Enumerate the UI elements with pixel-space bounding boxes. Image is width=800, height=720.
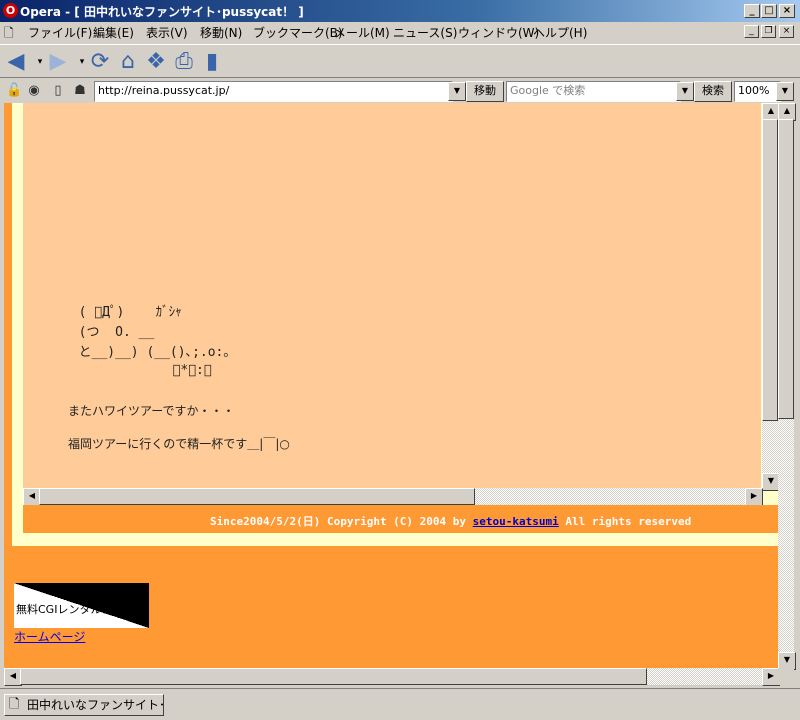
address-dropdown-icon[interactable]: ▼ bbox=[448, 82, 466, 101]
forward-icon[interactable]: ▶ bbox=[46, 50, 70, 74]
mdi-restore-button[interactable]: ❐ bbox=[761, 25, 776, 38]
menu-window[interactable]: ウィンドウ(W) bbox=[458, 24, 539, 41]
homepage-link[interactable]: ホームページ bbox=[14, 628, 85, 645]
tab-label: 田中れいなファンサイト･... bbox=[27, 698, 164, 712]
page-icon: 🗋 bbox=[4, 26, 14, 40]
navigation-toolbar: ◀ ▾ ▶ ▾ ⟳ ⌂ ❖ ⎙ ▮ bbox=[0, 44, 800, 78]
page-icon[interactable]: ▮ bbox=[200, 50, 224, 74]
document-icon: 🗋 bbox=[9, 697, 20, 712]
home-icon[interactable]: ⌂ bbox=[116, 50, 140, 74]
back-icon[interactable]: ◀ bbox=[4, 50, 28, 74]
mdi-minimize-button[interactable]: _ bbox=[744, 25, 759, 38]
message-line-2: 福岡ツアーに行くので精一杯です＿|￣|○ bbox=[68, 437, 290, 451]
search-input[interactable]: Google で検索 bbox=[506, 81, 681, 102]
scrollbar-corner bbox=[778, 668, 794, 685]
page-horizontal-scrollbar[interactable]: ◀ ▶ bbox=[4, 668, 780, 686]
author-link[interactable]: setou-katsumi bbox=[473, 515, 559, 528]
scroll-right-icon[interactable]: ▶ bbox=[745, 488, 763, 506]
page-tab[interactable]: 🗋 田中れいなファンサイト･... bbox=[4, 694, 164, 716]
cgi-rental-banner[interactable]: 無料CGIレンタル！ bbox=[14, 583, 149, 628]
copyright-text: Since2004/5/2(日) Copyright (C) 2004 by bbox=[210, 515, 473, 528]
close-button[interactable]: × bbox=[779, 4, 795, 18]
rights-text: All rights reserved bbox=[558, 515, 692, 528]
page-vertical-scroll-thumb[interactable] bbox=[778, 119, 794, 419]
ascii-art-line: ﾟ*･:｡ bbox=[63, 363, 212, 378]
minimize-button[interactable]: _ bbox=[744, 4, 760, 18]
menu-view[interactable]: 表示(V) bbox=[146, 24, 188, 41]
window-title: Opera - [ 田中れいなファンサイト･pussycat！ ] bbox=[20, 5, 304, 19]
menu-edit[interactable]: 編集(E) bbox=[93, 24, 134, 41]
hotlist-icon[interactable]: ❖ bbox=[144, 50, 168, 74]
page-viewport[interactable]: ( ﾟДﾟ) ｶﾞｼｬ (つ O. __ と__)__) (__()､;.o:｡… bbox=[4, 103, 778, 668]
tab-bar: 🗋 田中れいなファンサイト･... bbox=[0, 688, 800, 720]
go-button[interactable]: 移動 bbox=[466, 81, 504, 102]
frame-horizontal-scrollbar[interactable]: ◀ ▶ bbox=[23, 488, 763, 506]
address-input[interactable]: http://reina.pussycat.jp/ bbox=[94, 81, 453, 102]
scroll-down-icon[interactable]: ▼ bbox=[762, 473, 778, 491]
message-line-1: またハワイツアーですか・・・ bbox=[68, 404, 235, 418]
camera-icon[interactable]: ◉ bbox=[26, 83, 42, 99]
zoom-dropdown-icon[interactable]: ▼ bbox=[776, 82, 794, 101]
document-icon[interactable]: ▯ bbox=[50, 83, 66, 99]
menu-bar: 🗋 ファイル(F) 編集(E) 表示(V) 移動(N) ブックマーク(B) メー… bbox=[0, 22, 800, 42]
frame-vertical-scrollbar[interactable]: ▲ ▼ bbox=[762, 103, 778, 491]
opera-icon: O bbox=[3, 3, 18, 18]
ascii-art-line: (つ O. __ bbox=[63, 325, 155, 340]
search-button[interactable]: 検索 bbox=[694, 81, 732, 102]
menu-mail[interactable]: メール(M) bbox=[334, 24, 390, 41]
title-bar: O Opera - [ 田中れいなファンサイト･pussycat！ ] _ □ … bbox=[0, 0, 800, 22]
menu-bookmarks[interactable]: ブックマーク(B) bbox=[253, 24, 343, 41]
mdi-close-button[interactable]: × bbox=[779, 25, 794, 38]
menu-go[interactable]: 移動(N) bbox=[200, 24, 242, 41]
copyright-footer: Since2004/5/2(日) Copyright (C) 2004 by s… bbox=[23, 505, 778, 533]
reload-icon[interactable]: ⟳ bbox=[88, 50, 112, 74]
menu-help[interactable]: ヘルプ(H) bbox=[533, 24, 587, 41]
frame-vertical-scroll-thumb[interactable] bbox=[762, 119, 778, 421]
page-vertical-scrollbar[interactable]: ▲ ▼ bbox=[778, 103, 796, 670]
print-icon[interactable]: ⎙ bbox=[172, 50, 196, 74]
lock-icon[interactable]: 🔓 bbox=[6, 83, 22, 99]
frame-horizontal-scroll-thumb[interactable] bbox=[39, 488, 475, 505]
address-toolbar: 🔓 ◉ ▯ ☗ http://reina.pussycat.jp/ ▼ 移動 G… bbox=[0, 79, 800, 103]
ascii-art-line: と__)__) (__()､;.o:｡ bbox=[63, 345, 230, 360]
banner-text: 無料CGIレンタル！ bbox=[16, 603, 113, 616]
person-icon[interactable]: ☗ bbox=[72, 83, 88, 99]
ascii-art-line: ( ﾟДﾟ) ｶﾞｼｬ bbox=[63, 305, 182, 320]
search-dropdown-icon[interactable]: ▼ bbox=[676, 82, 694, 101]
content-frame[interactable]: ( ﾟДﾟ) ｶﾞｼｬ (つ O. __ と__)__) (__()､;.o:｡… bbox=[23, 103, 761, 505]
menu-news[interactable]: ニュース(S) bbox=[393, 24, 457, 41]
menu-file[interactable]: ファイル(F) bbox=[28, 24, 92, 41]
maximize-button[interactable]: □ bbox=[761, 4, 777, 18]
zoom-field[interactable]: 100% bbox=[734, 81, 781, 102]
page-horizontal-scroll-thumb[interactable] bbox=[20, 668, 647, 685]
